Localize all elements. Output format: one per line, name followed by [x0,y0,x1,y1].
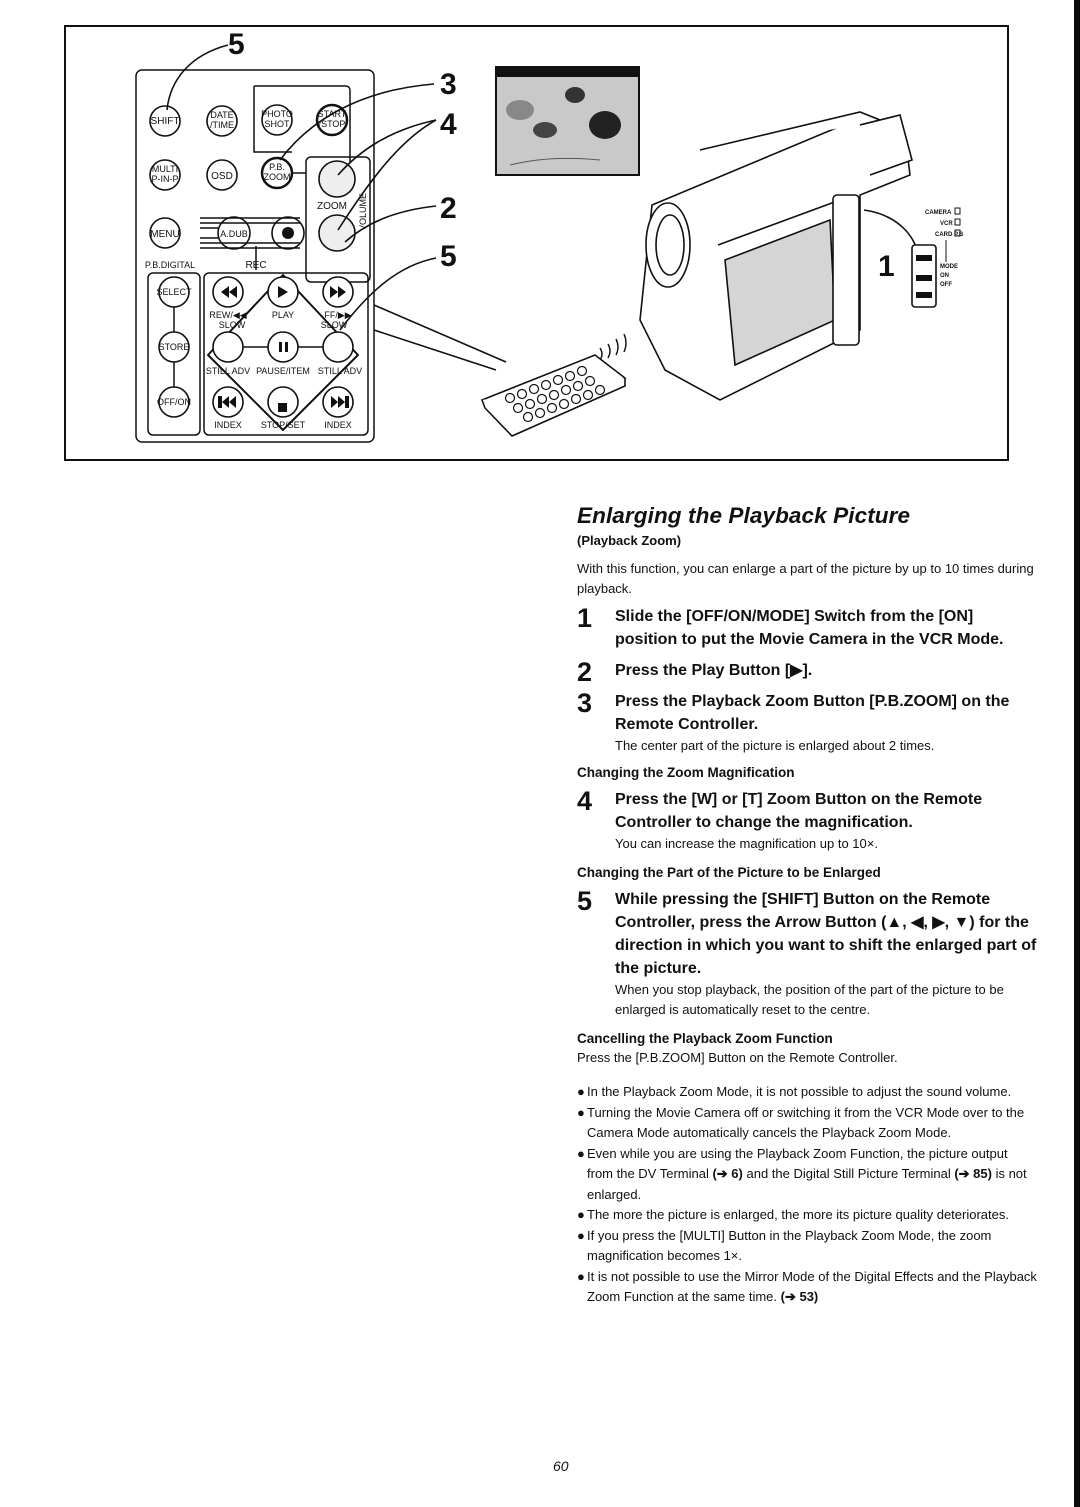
svg-text:SLOW: SLOW [219,320,246,330]
callout-4: 4 [440,108,457,141]
callout-5-top: 5 [228,28,245,61]
subhead-zoom-magnification: Changing the Zoom Magnification [577,765,795,780]
note-item: ● If you press the [MULTI] Button in the … [577,1227,992,1264]
svg-text:ZOOM: ZOOM [264,172,291,182]
note-item: ● The more the picture is enlarged, the m… [577,1207,1009,1222]
svg-text:CAMERA: CAMERA [925,210,952,216]
callout-2: 2 [440,192,457,225]
page-reference: (➔ 6) [712,1166,743,1181]
step-4: 4 Press the [W] or [T] Zoom Button on th… [577,786,1037,854]
svg-text:REW/◀◀: REW/◀◀ [209,310,246,320]
step-3: 3 Press the Playback Zoom Button [P.B.ZO… [577,688,1037,756]
note-item: ● Even while you are using the Playback Z… [577,1145,1027,1202]
svg-text:/TIME: /TIME [210,120,234,130]
svg-text:P-IN-P: P-IN-P [152,174,179,184]
svg-text:P.B.DIGITAL: P.B.DIGITAL [145,260,195,270]
article-body: Enlarging the Playback Picture (Playback… [577,503,1037,1308]
step-instruction: Slide the [OFF/ON/MODE] Switch from the … [615,608,1004,648]
off-on-mode-switch: CAMERA VCR CARD P.B MODE ON OFF [911,207,964,308]
step-instruction: Press the [W] or [T] Zoom Button on the … [615,791,983,831]
section-subtitle: (Playback Zoom) [577,533,682,548]
subhead-part-enlarged: Changing the Part of the Picture to be E… [577,865,881,880]
step-number: 4 [577,786,593,816]
svg-text:STORE: STORE [159,342,190,352]
step-instruction: While pressing the [SHIFT] Button on the… [615,891,1037,977]
note-item: ● It is not possible to use the Mirror Mo… [577,1268,1037,1305]
stop-icon [278,403,287,412]
svg-text:MULTI: MULTI [152,164,178,174]
svg-text:VCR: VCR [940,221,953,227]
ir-signal-icon [599,333,627,361]
svg-text:DATE: DATE [210,110,233,120]
page-reference: (➔ 53) [780,1289,819,1304]
svg-text:SELECT: SELECT [156,287,192,297]
step-5: 5 While pressing the [SHIFT] Button on t… [577,886,1037,1020]
step-2: 2 Press the Play Button [▶]. [577,657,1037,687]
svg-text:P.B.: P.B. [269,162,285,172]
svg-text:PLAY: PLAY [272,310,294,320]
svg-text:PAUSE/ITEM: PAUSE/ITEM [256,366,310,376]
step-number: 2 [577,657,593,687]
intro-paragraph: With this function, you can enlarge a pa… [577,561,1034,596]
stop-button [267,386,299,418]
step-instruction: Press the Play Button [▶]. [615,662,813,679]
small-remote-illustration [480,354,627,437]
svg-text:OFF: OFF [940,282,952,288]
step-instruction: Press the Playback Zoom Button [P.B.ZOOM… [615,693,1010,733]
page-number: 60 [553,1458,569,1474]
svg-text:A.DUB: A.DUB [220,229,248,239]
notes-list: ● In the Playback Zoom Mode, it is not po… [577,1082,1037,1308]
svg-text:MODE: MODE [940,264,958,270]
step-note: When you stop playback, the position of … [615,982,1004,1017]
step-number: 3 [577,688,593,718]
pause-button [267,331,299,363]
svg-text:STOP/SET: STOP/SET [261,420,306,430]
svg-text:SHOT: SHOT [264,119,290,129]
note-item: ● In the Playback Zoom Mode, it is not po… [577,1084,1012,1099]
svg-text:FF/▶▶: FF/▶▶ [324,310,351,320]
svg-text:MENU: MENU [150,229,179,240]
svg-text:STILL ADV: STILL ADV [206,366,250,376]
still-adv-right-button [322,331,354,363]
svg-text:ZOOM: ZOOM [317,201,347,212]
svg-text:PHOTO: PHOTO [261,109,293,119]
cancelling-text: Press the [P.B.ZOOM] Button on the Remot… [577,1050,898,1065]
playback-picture-thumbnail [495,66,640,176]
svg-text:ON: ON [940,273,949,279]
still-adv-left-button [212,331,244,363]
page-reference: (➔ 85) [954,1166,992,1181]
rec-dot-icon [282,227,294,239]
section-title: Enlarging the Playback Picture [577,503,911,528]
svg-text:INDEX: INDEX [324,420,352,430]
svg-text:OFF/ON: OFF/ON [157,397,191,407]
callout-5: 5 [440,240,457,273]
subhead-cancelling: Cancelling the Playback Zoom Function [577,1031,833,1046]
illustration: SHIFT DATE /TIME PHOTO SHOT START /STOP … [135,28,964,443]
svg-text:REC: REC [245,260,266,271]
zoom-w-button [318,214,356,252]
step-note: The center part of the picture is enlarg… [615,738,935,753]
note-item: ● Turning the Movie Camera off or switchi… [577,1104,1025,1141]
svg-text:INDEX: INDEX [214,420,242,430]
step-number: 5 [577,886,593,916]
zoom-t-button [318,160,356,198]
svg-text:STILL ADV: STILL ADV [318,366,362,376]
step-1: 1 Slide the [OFF/ON/MODE] Switch from th… [577,603,1037,651]
pause-icon-l [279,342,282,352]
step-number: 1 [577,603,593,633]
callout-3: 3 [440,68,457,101]
step-note: You can increase the magnification up to… [615,836,878,851]
pause-icon-r [285,342,288,352]
callout-1: 1 [878,250,895,283]
shift-label: SHIFT [151,116,180,127]
camcorder-illustration [639,111,913,401]
svg-text:OSD: OSD [211,171,233,182]
